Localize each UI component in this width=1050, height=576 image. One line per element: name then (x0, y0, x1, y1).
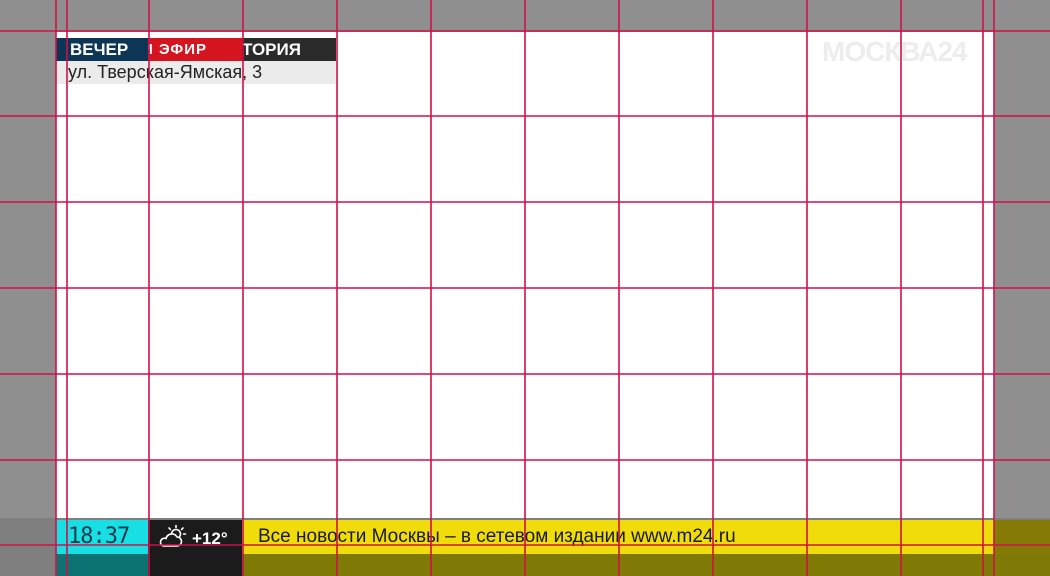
weather-box: +12° (148, 520, 242, 576)
ticker-underbar (242, 554, 1050, 576)
safe-area-grid (0, 0, 1050, 576)
partly-cloudy-icon (158, 524, 188, 550)
channel-logo: МОСКВА24 (822, 36, 968, 67)
news-ticker: Все новости Москвы – в сетевом издании w… (242, 520, 994, 554)
clock: 18:37 (56, 520, 148, 554)
plate-segment-live: И ЭФИР (148, 38, 242, 61)
plate-segment-right: ТОРИЯ (242, 38, 336, 61)
top-safe-mask (56, 0, 994, 32)
temperature: +12° (192, 529, 228, 548)
program-plate: ВЕЧЕР И ЭФИР ТОРИЯ (56, 38, 336, 61)
right-safe-mask (994, 0, 1050, 576)
left-safe-mask (0, 0, 56, 576)
ticker-right-mask (994, 520, 1050, 554)
location-caption: ул. Тверская-Ямская, 3 (56, 61, 336, 84)
grid-lines (0, 0, 1050, 576)
clock-underbar (56, 554, 148, 576)
plate-segment-left: ВЕЧЕР (56, 38, 148, 61)
ticker-text: Все новости Москвы – в сетевом издании w… (258, 526, 736, 547)
